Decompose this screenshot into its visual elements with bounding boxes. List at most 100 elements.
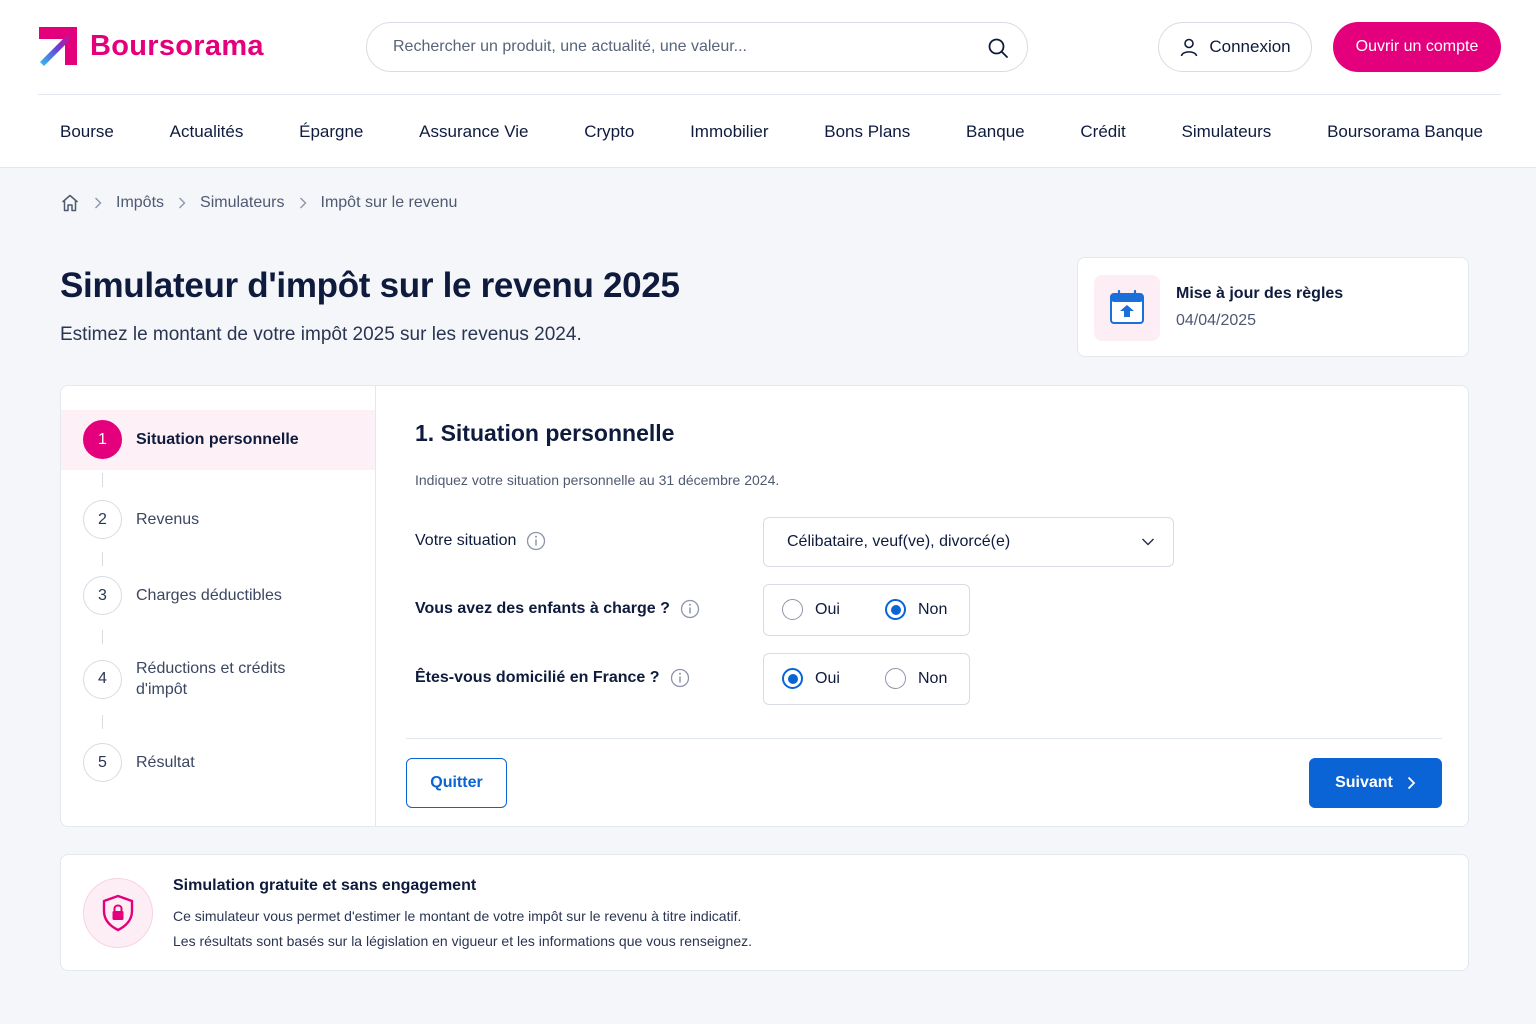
step-label: Charges déductibles	[136, 587, 282, 604]
nav-item-simulateurs[interactable]: Simulateurs	[1182, 122, 1272, 142]
breadcrumb: Impôts Simulateurs Impôt sur le revenu	[60, 192, 457, 214]
step-5[interactable]: 5 Résultat	[83, 743, 195, 782]
main-nav: Bourse Actualités Épargne Assurance Vie …	[38, 112, 1501, 152]
domicile-radio-group: Oui Non	[763, 653, 970, 705]
radio-circle[interactable]	[782, 599, 803, 620]
children-radio-non[interactable]: Non	[885, 599, 947, 620]
situation-select[interactable]: Célibataire, veuf(ve), divorcé(e)	[763, 517, 1174, 567]
step-connector	[102, 473, 103, 487]
domicile-label: Êtes-vous domicilié en France ?	[415, 668, 690, 688]
boursorama-logo[interactable]: Boursorama	[38, 26, 264, 66]
shield-lock-icon	[102, 894, 134, 932]
update-icon-box	[1094, 275, 1160, 341]
home-icon[interactable]	[60, 193, 80, 213]
step-number: 2	[83, 500, 122, 539]
update-title: Mise à jour des règles	[1176, 285, 1344, 302]
info-icon[interactable]	[680, 599, 700, 619]
user-icon	[1181, 38, 1198, 57]
page-subtitle: Estimez le montant de votre impôt 2025 s…	[60, 324, 582, 345]
logo-mark-icon	[39, 27, 77, 66]
site-header: Boursorama Connexion Ouvrir un compte Bo…	[0, 0, 1536, 168]
step-label: Situation personnelle	[136, 431, 299, 448]
situation-label-text: Votre situation	[415, 532, 517, 549]
breadcrumb-current: Impôt sur le revenu	[320, 194, 458, 211]
form-divider	[406, 738, 1442, 739]
radio-circle-checked[interactable]	[885, 599, 906, 620]
header-divider	[38, 94, 1501, 95]
quit-button[interactable]: Quitter	[406, 758, 507, 808]
search-input[interactable]	[393, 23, 973, 71]
radio-label: Non	[918, 669, 948, 687]
breadcrumb-impots[interactable]: Impôts	[116, 194, 164, 212]
next-label: Suivant	[1335, 774, 1393, 791]
step-number: 5	[83, 743, 122, 782]
step-number: 3	[83, 576, 122, 615]
children-label: Vous avez des enfants à charge ?	[415, 599, 700, 619]
nav-item-crypto[interactable]: Crypto	[584, 122, 634, 142]
domicile-radio-non[interactable]: Non	[885, 668, 947, 689]
search-bar[interactable]	[366, 22, 1028, 72]
step-connector	[102, 715, 103, 729]
nav-item-banque[interactable]: Banque	[966, 122, 1025, 142]
radio-label: Oui	[815, 600, 840, 618]
search-icon[interactable]	[987, 37, 1009, 59]
chevron-down-icon	[1141, 538, 1155, 546]
step-label: Réductions et crédits d'impôt	[136, 660, 286, 698]
children-radio-group: Oui Non	[763, 584, 970, 636]
radio-label: Oui	[815, 669, 840, 687]
form-title: 1. Situation personnelle	[415, 420, 675, 446]
chevron-right-icon	[179, 197, 186, 209]
situation-label: Votre situation	[415, 531, 546, 551]
nav-item-immobilier[interactable]: Immobilier	[690, 122, 768, 142]
children-label-text: Vous avez des enfants à charge ?	[415, 600, 670, 617]
info-icon[interactable]	[526, 531, 546, 551]
step-connector	[102, 552, 103, 566]
info-title: Simulation gratuite et sans engagement	[173, 877, 477, 894]
form-area: 1. Situation personnelle Indiquez votre …	[376, 386, 1468, 826]
step-label: Revenus	[136, 511, 200, 528]
nav-item-boursorama-banque[interactable]: Boursorama Banque	[1327, 122, 1483, 142]
nav-item-actualites[interactable]: Actualités	[170, 122, 244, 142]
open-account-button[interactable]: Ouvrir un compte	[1333, 22, 1501, 72]
stepper: 1 Situation personnelle 2 Revenus 3 Char…	[61, 386, 376, 826]
shield-icon-box	[83, 878, 153, 948]
login-button[interactable]: Connexion	[1158, 22, 1312, 72]
logo-text: Boursorama	[90, 29, 264, 62]
nav-item-assurance-vie[interactable]: Assurance Vie	[419, 122, 528, 142]
next-button[interactable]: Suivant	[1309, 758, 1442, 808]
step-number: 1	[83, 420, 122, 459]
nav-item-bons-plans[interactable]: Bons Plans	[824, 122, 910, 142]
domicile-radio-oui[interactable]: Oui	[782, 668, 840, 689]
chevron-right-icon	[1407, 776, 1416, 790]
step-number: 4	[83, 659, 122, 699]
nav-item-epargne[interactable]: Épargne	[299, 122, 363, 142]
info-text-line-2: Les résultats sont basés sur la législat…	[173, 933, 752, 949]
chevron-right-icon	[95, 197, 102, 209]
chevron-right-icon	[299, 197, 306, 209]
info-icon[interactable]	[670, 668, 690, 688]
radio-label: Non	[918, 600, 948, 618]
breadcrumb-simulateurs[interactable]: Simulateurs	[200, 194, 284, 212]
domicile-label-text: Êtes-vous domicilié en France ?	[415, 669, 660, 686]
form-hint: Indiquez votre situation personnelle au …	[415, 472, 780, 488]
simulator-card: 1 Situation personnelle 2 Revenus 3 Char…	[60, 385, 1469, 827]
radio-circle-checked[interactable]	[782, 668, 803, 689]
calendar-icon	[1110, 289, 1144, 324]
radio-circle[interactable]	[885, 668, 906, 689]
step-connector	[102, 630, 103, 644]
step-3[interactable]: 3 Charges déductibles	[83, 576, 282, 615]
page-title: Simulateur d'impôt sur le revenu 2025	[60, 266, 680, 305]
info-text-line-1: Ce simulateur vous permet d'estimer le m…	[173, 908, 742, 924]
login-label: Connexion	[1209, 37, 1291, 56]
rules-update-card: Mise à jour des règles 04/04/2025	[1077, 257, 1469, 357]
step-2[interactable]: 2 Revenus	[83, 500, 199, 539]
free-simulation-card: Simulation gratuite et sans engagement C…	[60, 854, 1469, 971]
update-date: 04/04/2025	[1176, 312, 1257, 329]
nav-item-credit[interactable]: Crédit	[1080, 122, 1125, 142]
nav-item-bourse[interactable]: Bourse	[60, 122, 114, 142]
situation-select-value: Célibataire, veuf(ve), divorcé(e)	[787, 533, 1011, 550]
step-4[interactable]: 4 Réductions et crédits d'impôt	[83, 658, 316, 700]
step-label: Résultat	[136, 754, 195, 771]
step-1[interactable]: 1 Situation personnelle	[83, 420, 299, 459]
children-radio-oui[interactable]: Oui	[782, 599, 840, 620]
